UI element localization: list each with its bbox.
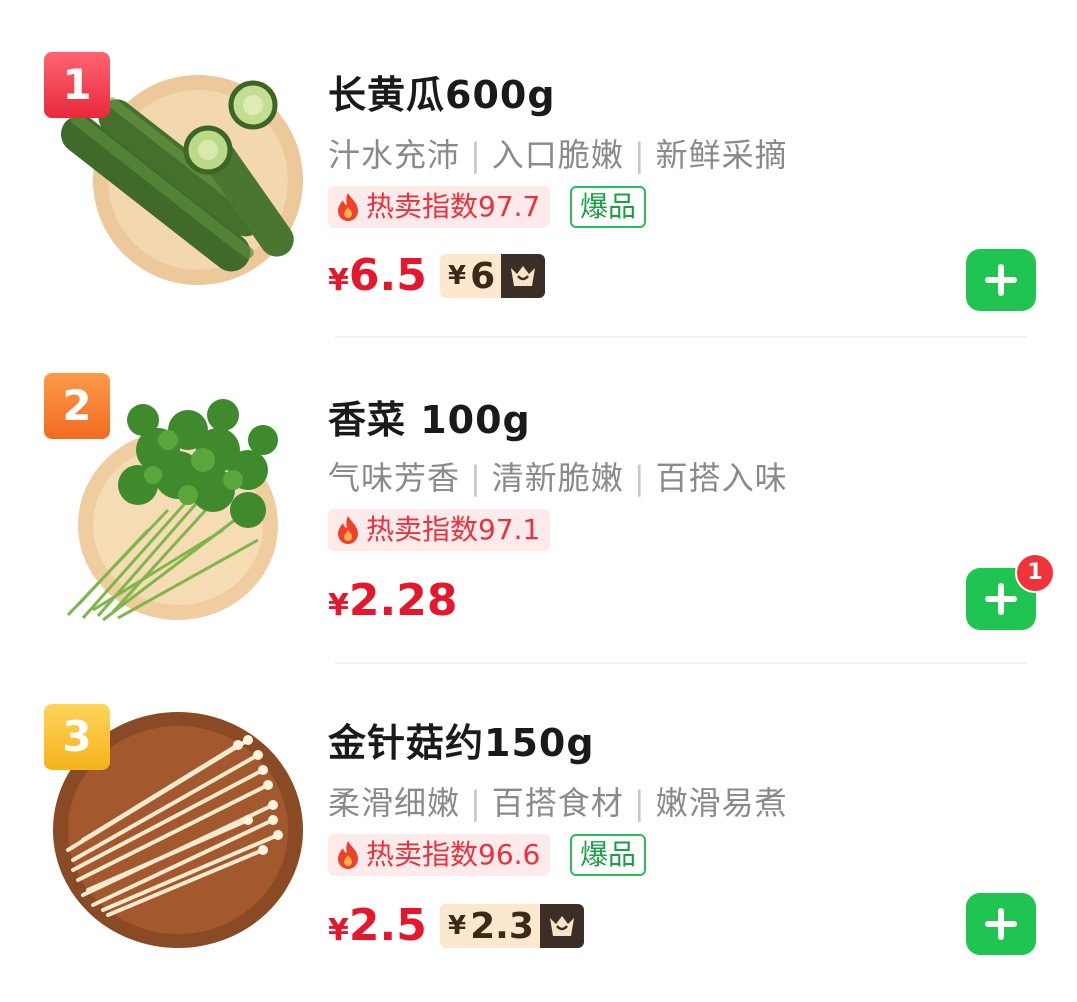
price-value: 2.28 (348, 575, 458, 626)
price-currency: ¥ (328, 263, 349, 298)
hot-index-badge: 热卖指数97.7 (328, 186, 551, 228)
plus-icon (985, 264, 1017, 296)
flame-icon (338, 193, 358, 221)
add-to-cart-button[interactable] (966, 893, 1036, 955)
tag: 嫩滑易煮 (655, 784, 788, 822)
product-title[interactable]: 金针菇约150g (328, 712, 595, 767)
plus-icon (985, 583, 1017, 615)
tag: 汁水充沛 (328, 136, 461, 174)
flame-icon (338, 516, 358, 544)
tag: 入口脆嫩 (491, 136, 624, 174)
tag: 百搭入味 (655, 459, 788, 497)
vip-crown-icon (511, 266, 536, 286)
price-value: 2.5 (348, 900, 427, 951)
hot-index-badge: 热卖指数97.1 (328, 509, 551, 551)
vip-currency: ¥ (448, 911, 467, 941)
tag-separator: | (470, 784, 482, 822)
vip-price-value: 2.3 (470, 905, 534, 947)
hot-index-text: 热卖指数96.6 (366, 838, 541, 871)
tag: 百搭食材 (491, 784, 624, 822)
product-card-enoki[interactable]: 3 金针菇约150g 柔滑细嫩 | 百搭食材 | 嫩滑易煮 热卖指数96.6 爆品 ¥2… (0, 650, 1077, 975)
tag: 柔滑细嫩 (328, 784, 461, 822)
vip-currency: ¥ (448, 261, 467, 291)
flame-icon (338, 841, 358, 869)
boom-badge: 爆品 (570, 834, 647, 876)
vip-price-badge: ¥6 (440, 254, 546, 298)
product-tags: 汁水充沛 | 入口脆嫩 | 新鲜采摘 (328, 130, 788, 176)
product-title[interactable]: 长黄瓜600g (328, 64, 556, 119)
price-currency: ¥ (328, 588, 349, 623)
vip-crown-icon (549, 916, 574, 936)
vip-price-badge: ¥2.3 (440, 904, 584, 948)
price: ¥6.5 (328, 250, 427, 301)
vip-price-value: 6 (470, 255, 496, 297)
rank-badge: 3 (44, 704, 110, 770)
cart-count-badge: 1 (1015, 553, 1055, 593)
plus-icon (985, 908, 1017, 940)
hot-index-badge: 热卖指数96.6 (328, 834, 551, 876)
product-tags: 气味芳香 | 清新脆嫩 | 百搭入味 (328, 453, 788, 499)
rank-badge: 1 (44, 52, 110, 118)
hot-index-text: 热卖指数97.1 (366, 513, 541, 546)
tag-separator: | (470, 459, 482, 497)
tag: 新鲜采摘 (655, 136, 788, 174)
hot-index-text: 热卖指数97.7 (366, 190, 541, 223)
tag-separator: | (633, 459, 646, 497)
add-to-cart-button[interactable] (966, 249, 1036, 311)
price-value: 6.5 (348, 250, 427, 301)
product-title[interactable]: 香菜 100g (328, 389, 531, 444)
tag-separator: | (633, 136, 646, 174)
tag-separator: | (470, 136, 482, 174)
rank-badge: 2 (44, 373, 110, 439)
tag-separator: | (633, 784, 646, 822)
tag: 气味芳香 (328, 459, 461, 497)
price-currency: ¥ (328, 913, 349, 948)
product-card-cucumber[interactable]: 1 长黄瓜600g 汁水充沛 | 入口脆嫩 | 新鲜采摘 热卖指数97.7 爆品 ¥6.… (0, 0, 1077, 325)
price: ¥2.5 (328, 900, 427, 951)
price: ¥2.28 (328, 575, 457, 626)
boom-badge: 爆品 (570, 186, 647, 228)
product-card-coriander[interactable]: 2 香菜 100g 气味芳香 | 清新脆嫩 | 百搭入味 热卖指数97.1 ¥2.28 (0, 325, 1077, 650)
tag: 清新脆嫩 (491, 459, 624, 497)
product-tags: 柔滑细嫩 | 百搭食材 | 嫩滑易煮 (328, 778, 788, 824)
